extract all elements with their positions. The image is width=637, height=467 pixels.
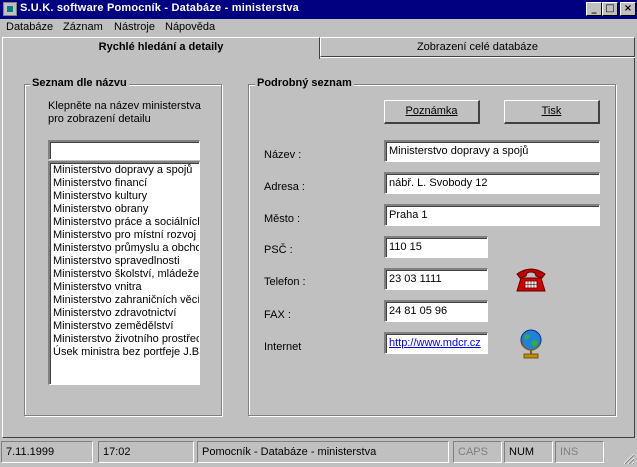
title-bar[interactable]: S.U.K. software Pomocník - Databáze - mi…: [0, 0, 637, 19]
list-item[interactable]: Ministerstvo pro místní rozvoj: [51, 229, 199, 242]
address-label: Adresa :: [264, 181, 305, 193]
list-item[interactable]: Ministerstvo financí: [51, 177, 199, 190]
fax-field[interactable]: 24 81 05 96: [384, 300, 488, 322]
list-item[interactable]: Ministerstvo kultury: [51, 190, 199, 203]
name-field[interactable]: Ministerstvo dopravy a spojů: [384, 140, 600, 162]
close-button[interactable]: ×: [620, 2, 636, 16]
city-label: Město :: [264, 213, 301, 225]
internet-link[interactable]: http://www.mdcr.cz: [389, 337, 481, 349]
search-input[interactable]: [48, 140, 200, 160]
list-item[interactable]: Ministerstvo obrany: [51, 203, 199, 216]
detail-group-title: Podrobný seznam: [255, 77, 354, 89]
note-button-label: Poznámka: [405, 105, 458, 117]
list-item[interactable]: Ministerstvo životního prostředí: [51, 333, 199, 346]
window-title: S.U.K. software Pomocník - Databáze - mi…: [20, 2, 299, 14]
list-item[interactable]: Úsek ministra bez portfeje J.Ba: [51, 346, 199, 359]
name-label: Název :: [264, 149, 302, 161]
tab-panel-top-edge: [320, 57, 635, 58]
list-item[interactable]: Ministerstvo dopravy a spojů: [51, 164, 199, 177]
status-num: NUM: [504, 441, 553, 463]
status-context: Pomocník - Databáze - ministerstva: [197, 441, 449, 463]
globe-icon[interactable]: [518, 328, 544, 360]
print-button[interactable]: Tisk: [504, 100, 600, 124]
list-item[interactable]: Ministerstvo práce a sociálních: [51, 216, 199, 229]
maximize-button[interactable]: □: [602, 2, 618, 16]
list-item[interactable]: Ministerstvo školství, mládeže a: [51, 268, 199, 281]
list-item[interactable]: Ministerstvo zdravotnictví: [51, 307, 199, 320]
internet-field[interactable]: http://www.mdcr.cz: [384, 332, 488, 354]
menu-nastroje[interactable]: Nástroje: [114, 21, 155, 33]
list-hint-line2: pro zobrazení detailu: [48, 113, 151, 125]
zip-field[interactable]: 110 15: [384, 236, 488, 258]
city-field[interactable]: Praha 1: [384, 204, 600, 226]
app-icon[interactable]: [3, 2, 17, 16]
status-time: 17:02: [98, 441, 194, 463]
tab-full-database-label: Zobrazení celé databáze: [416, 41, 539, 53]
note-button[interactable]: Poznámka: [384, 100, 480, 124]
phone-icon[interactable]: [514, 264, 548, 294]
menu-databaze[interactable]: Databáze: [6, 21, 53, 33]
internet-label: Internet: [264, 341, 302, 353]
status-caps: CAPS: [453, 441, 502, 463]
tab-quick-search-label: Rychlé hledání a detaily: [98, 41, 224, 53]
status-date: 7.11.1999: [1, 441, 93, 463]
ministry-list[interactable]: Ministerstvo dopravy a spojů Ministerstv…: [48, 161, 200, 385]
minimize-button[interactable]: _: [586, 2, 602, 16]
list-item[interactable]: Ministerstvo spravedlnosti: [51, 255, 199, 268]
menu-napoveda[interactable]: Nápověda: [165, 21, 215, 33]
list-item[interactable]: Ministerstvo zemědělství: [51, 320, 199, 333]
tab-full-database[interactable]: Zobrazení celé databáze: [320, 37, 635, 57]
phone-field[interactable]: 23 03 1111: [384, 268, 488, 290]
resize-grip-icon[interactable]: [622, 452, 635, 465]
tab-quick-search[interactable]: Rychlé hledání a detaily: [2, 37, 320, 59]
zip-label: PSČ :: [264, 244, 293, 256]
menu-zaznam[interactable]: Záznam: [63, 21, 103, 33]
print-button-label: Tisk: [541, 105, 562, 117]
list-item[interactable]: Ministerstvo zahraničních věcí: [51, 294, 199, 307]
list-item[interactable]: Ministerstvo průmyslu a obchod: [51, 242, 199, 255]
list-item[interactable]: Ministerstvo vnitra: [51, 281, 199, 294]
list-group-title: Seznam dle názvu: [30, 77, 129, 89]
menu-bar: Databáze Záznam Nástroje Nápověda: [0, 19, 637, 37]
list-hint-line1: Klepněte na název ministerstva: [48, 100, 201, 112]
address-field[interactable]: nábř. L. Svobody 12: [384, 172, 600, 194]
status-ins: INS: [555, 441, 604, 463]
fax-label: FAX :: [264, 309, 291, 321]
phone-label: Telefon :: [264, 276, 306, 288]
